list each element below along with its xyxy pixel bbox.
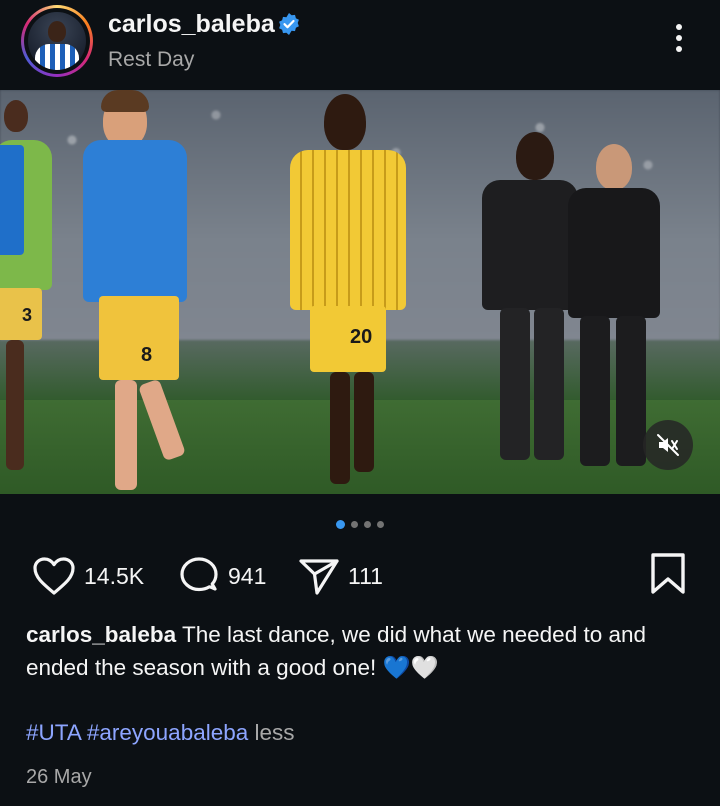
staff-member xyxy=(480,130,580,475)
carousel-dot xyxy=(364,521,371,529)
carousel-dot xyxy=(377,521,384,529)
comment-icon xyxy=(180,557,218,592)
carousel-dot xyxy=(351,521,358,529)
hashtag-link[interactable]: #UTA xyxy=(26,720,81,745)
post-caption: carlos_baleba The last dance, we did wha… xyxy=(26,618,696,684)
avatar[interactable] xyxy=(21,5,93,77)
share-button[interactable]: 111 xyxy=(298,556,383,596)
mute-button[interactable] xyxy=(643,420,693,470)
player-eight: 8 xyxy=(75,90,215,494)
shirt-number: 8 xyxy=(141,344,153,366)
shirt-number: 3 xyxy=(22,305,33,325)
carousel-indicator xyxy=(0,516,720,530)
staff-member xyxy=(566,140,662,475)
collapse-caption-link[interactable]: less xyxy=(255,720,295,745)
post-username[interactable]: carlos_baleba xyxy=(108,10,275,39)
bookmark-icon[interactable] xyxy=(648,552,688,596)
post-photo[interactable]: 3 8 20 xyxy=(0,90,720,494)
verified-badge-icon xyxy=(279,13,299,35)
action-bar: 14.5K 941 111 xyxy=(0,550,720,604)
send-icon xyxy=(299,559,339,595)
caption-username[interactable]: carlos_baleba xyxy=(26,622,176,647)
comment-count[interactable]: 941 xyxy=(228,563,266,590)
post-date: 26 May xyxy=(26,766,92,788)
shirt-number: 20 xyxy=(350,326,373,348)
more-options-icon[interactable] xyxy=(664,24,694,64)
post-header: carlos_baleba Rest Day xyxy=(0,0,720,90)
post-location[interactable]: Rest Day xyxy=(108,48,194,72)
like-button[interactable]: 14.5K xyxy=(32,556,144,596)
player-twenty: 20 xyxy=(282,90,412,494)
speaker-muted-icon xyxy=(657,434,679,456)
carousel-dot-active xyxy=(336,520,345,530)
hashtag-row: #UTA #areyouabaleba less xyxy=(26,720,295,746)
like-count[interactable]: 14.5K xyxy=(84,563,144,590)
avatar-image xyxy=(28,12,86,70)
heart-icon xyxy=(33,557,75,595)
hashtag-link[interactable]: #areyouabaleba xyxy=(87,720,248,745)
player-left: 3 xyxy=(0,100,64,490)
share-count[interactable]: 111 xyxy=(348,563,383,590)
comment-button[interactable]: 941 xyxy=(178,556,266,596)
